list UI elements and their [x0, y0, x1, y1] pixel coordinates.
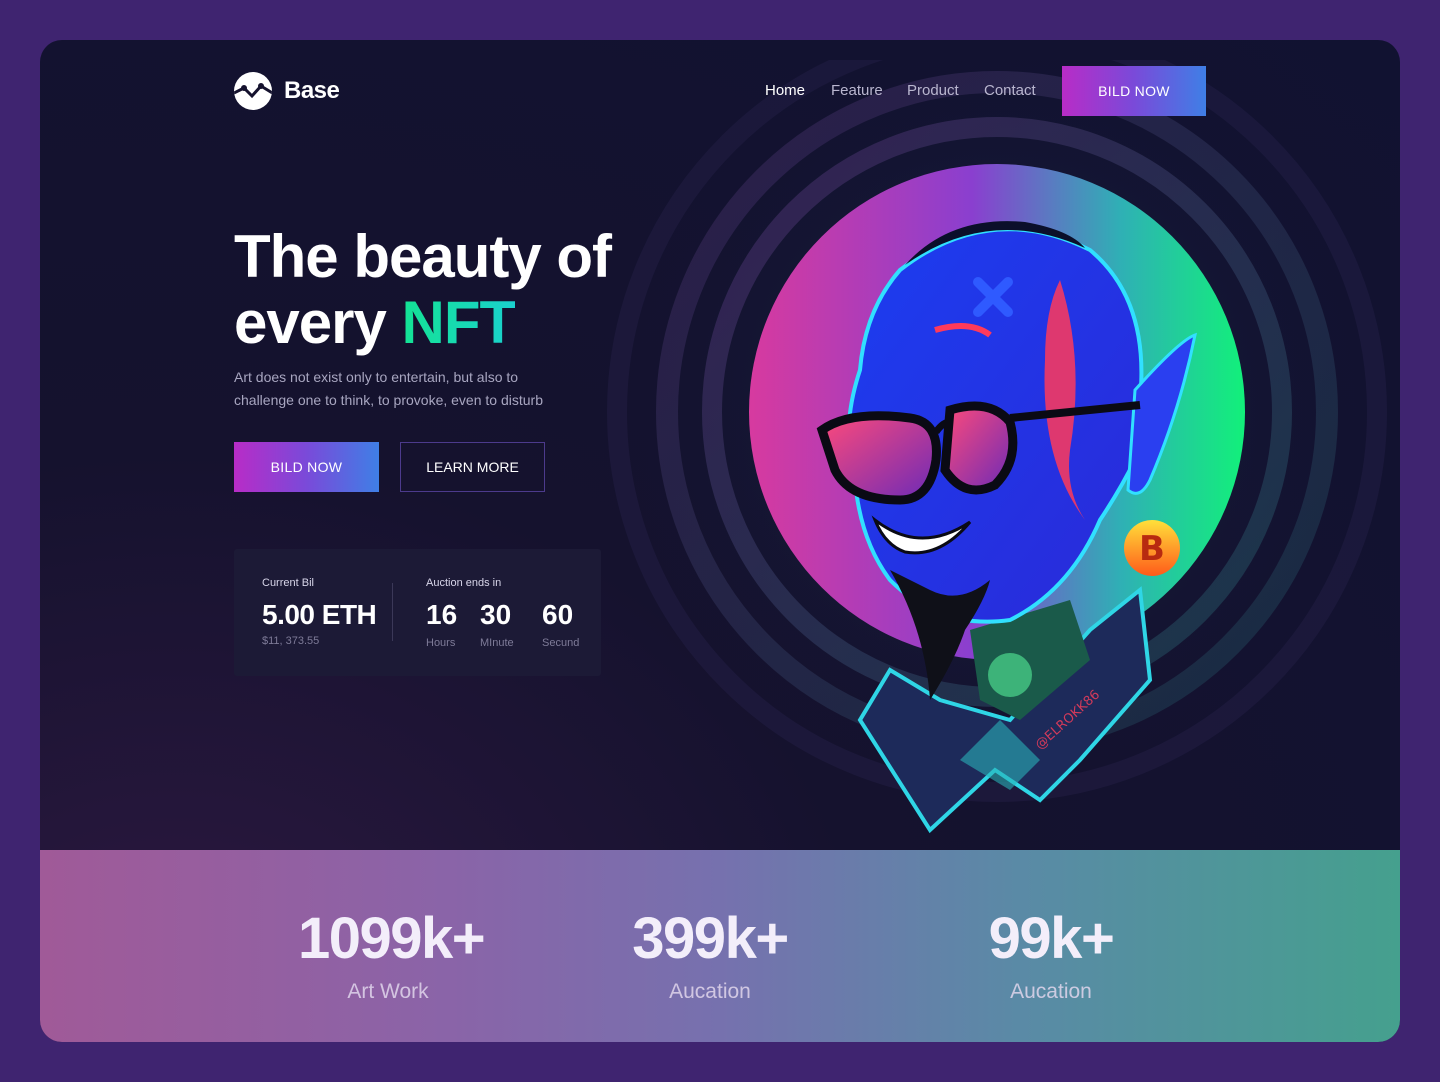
- learn-more-button[interactable]: LEARN MORE: [400, 442, 545, 492]
- countdown-hours: 16: [426, 599, 458, 630]
- stat-label: Art Work: [347, 980, 429, 1003]
- main-nav: Home Feature Product Contact: [765, 82, 1044, 99]
- stat-label: Aucation: [1010, 980, 1092, 1003]
- brand-logo[interactable]: Base: [234, 72, 340, 110]
- hero-section: B @ELROKK86 Base Home Feature Product Co…: [40, 40, 1400, 850]
- hero-title-line1: The beauty of: [234, 223, 612, 290]
- bitcoin-icon: B: [1124, 520, 1180, 576]
- hero-title-line2-prefix: every: [234, 289, 402, 356]
- svg-text:B: B: [1139, 529, 1165, 569]
- auction-ends-label: Auction ends in: [426, 577, 502, 589]
- current-bid-label: Current Bil: [262, 577, 314, 589]
- stat-value: 99k+: [988, 906, 1115, 971]
- stat-auction-2: 99k+ Aucation: [976, 908, 1126, 1004]
- card-divider: [392, 583, 393, 641]
- chart-line-icon: [234, 72, 272, 110]
- stat-label: Aucation: [669, 980, 751, 1003]
- nav-item-feature[interactable]: Feature: [831, 82, 907, 99]
- hero-title: The beauty of every NFT: [234, 223, 612, 356]
- countdown-seconds-label: Secund: [542, 637, 580, 649]
- nav-item-contact[interactable]: Contact: [984, 82, 1044, 99]
- current-bid-usd: $11, 373.55: [262, 635, 320, 647]
- brand-name: Base: [284, 77, 340, 104]
- hero-bild-now-button[interactable]: BILD NOW: [234, 442, 379, 492]
- landing-frame: B @ELROKK86 Base Home Feature Product Co…: [40, 40, 1400, 1042]
- countdown-seconds: 60: [542, 599, 574, 630]
- stat-artwork: 1099k+ Art Work: [298, 906, 486, 1004]
- stat-auction: 399k+ Aucation: [630, 908, 790, 1004]
- countdown-minutes: 30: [480, 599, 512, 630]
- stat-value: 399k+: [632, 906, 789, 971]
- stats-band: 1099k+ Art Work 399k+ Aucation 99k+ Auca…: [40, 850, 1400, 1042]
- nav-item-product[interactable]: Product: [907, 82, 984, 99]
- nav-item-home[interactable]: Home: [765, 82, 831, 99]
- nav-bild-now-button[interactable]: BILD NOW: [1062, 66, 1206, 116]
- countdown-hours-label: Hours: [426, 637, 456, 649]
- hero-subtitle: Art does not exist only to entertain, bu…: [234, 369, 543, 408]
- current-bid-value: 5.00 ETH: [262, 599, 377, 630]
- stat-value: 1099k+: [298, 906, 486, 971]
- nft-artwork: B @ELROKK86: [749, 164, 1245, 834]
- countdown-minutes-label: MInute: [480, 637, 514, 649]
- hero-title-accent: NFT: [401, 289, 517, 356]
- auction-card: Current Bil 5.00 ETH $11, 373.55 Auction…: [234, 549, 601, 676]
